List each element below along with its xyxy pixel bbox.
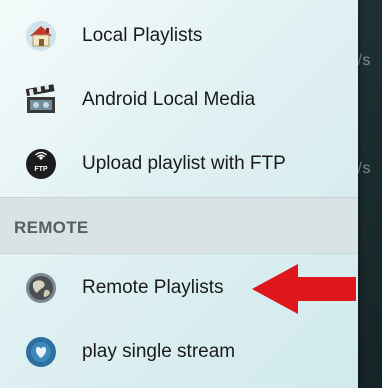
drawer-item-label: Local Playlists: [82, 25, 203, 46]
section-title: REMOTE: [14, 218, 89, 237]
drawer-item-label: Remote Playlists: [82, 277, 224, 298]
drawer-item-android-local-media[interactable]: Android Local Media: [0, 72, 358, 128]
drawer-item-local-playlists[interactable]: Local Playlists: [0, 8, 358, 64]
stream-icon: [22, 333, 60, 371]
film-clapper-icon: [22, 81, 60, 119]
drawer-item-upload-ftp[interactable]: FTP Upload playlist with FTP: [0, 136, 358, 192]
ftp-icon-text: FTP: [34, 166, 48, 173]
drawer-item-label: Upload playlist with FTP: [82, 153, 286, 174]
section-divider: [0, 253, 358, 254]
red-arrow-icon: [252, 264, 356, 314]
house-icon: [22, 17, 60, 55]
drawer-item-label: Android Local Media: [82, 89, 256, 110]
ftp-icon: FTP: [22, 145, 60, 183]
navigation-drawer: Local Playlists Android Local Media FTP …: [0, 0, 358, 388]
drawer-item-play-single-stream[interactable]: play single stream: [0, 324, 358, 380]
globe-icon: [22, 269, 60, 307]
drawer-item-label: play single stream: [82, 341, 236, 362]
section-header-remote: REMOTE: [0, 197, 358, 254]
